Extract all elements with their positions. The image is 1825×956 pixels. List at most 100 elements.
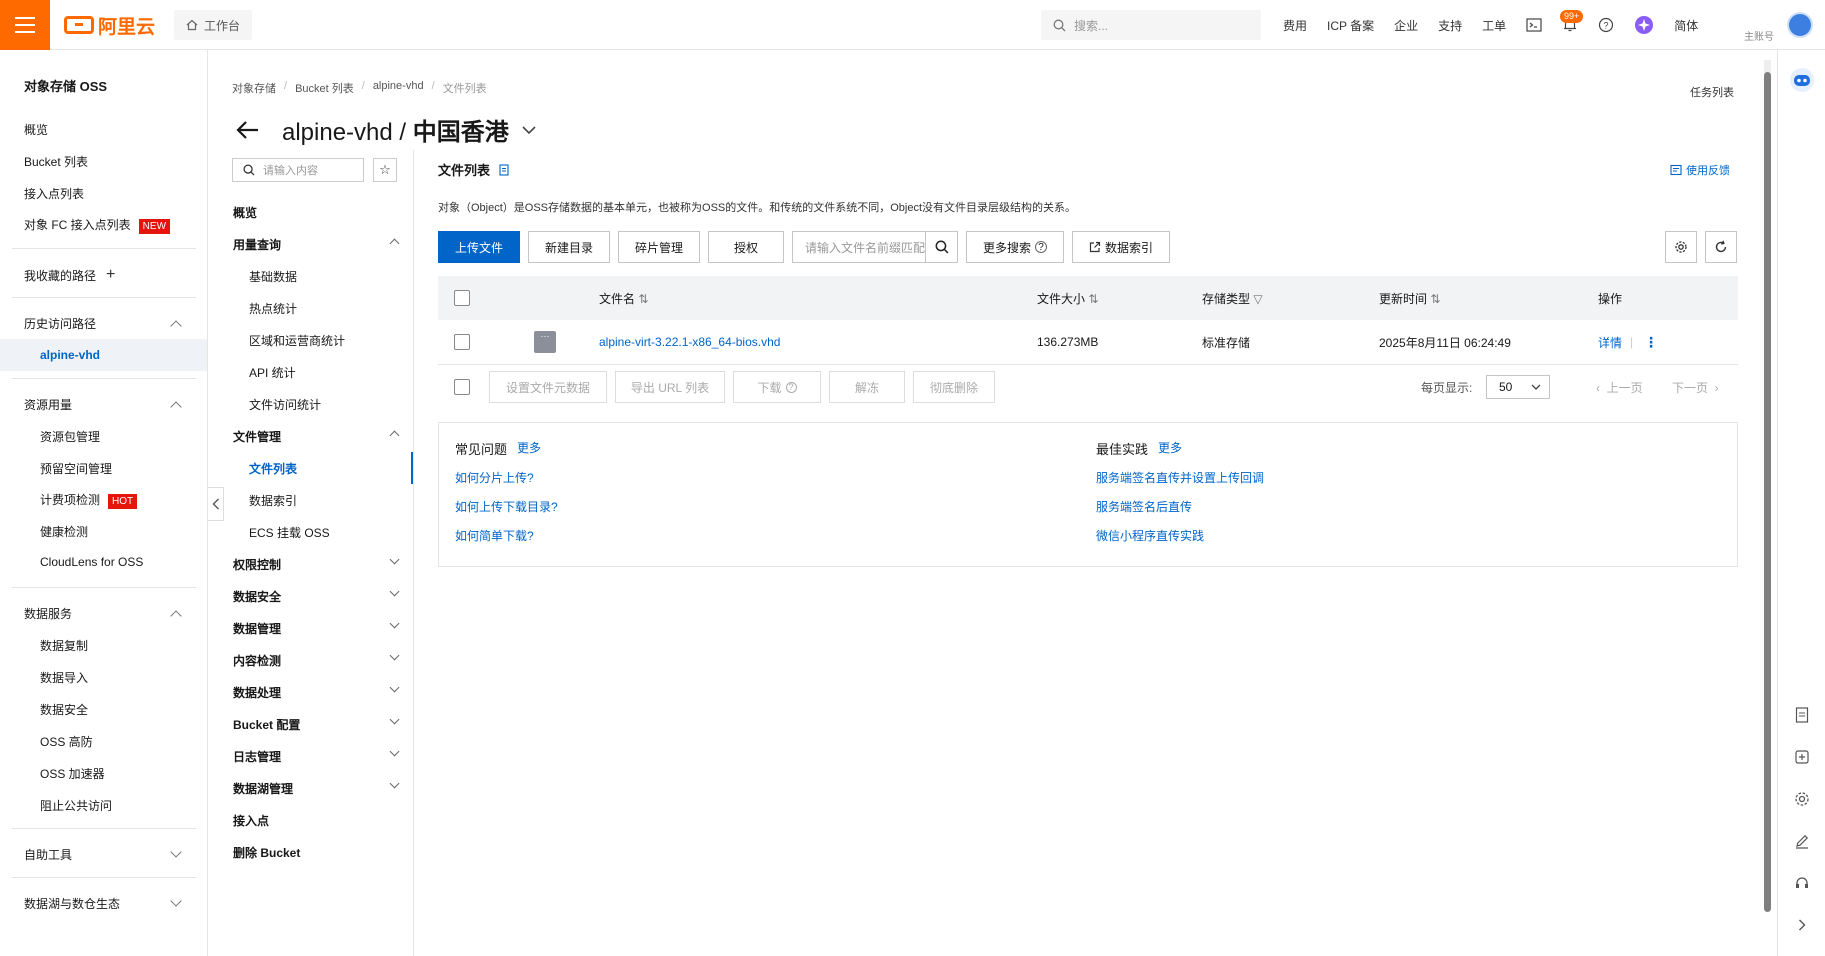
download-button[interactable]: 下载? <box>733 371 821 403</box>
chevron-down-icon[interactable] <box>389 650 400 661</box>
avatar[interactable] <box>1787 12 1813 38</box>
chevron-down-icon[interactable] <box>389 778 400 789</box>
prefix-search-input[interactable]: 请输入文件名前缀匹配 <box>792 231 958 263</box>
chevron-down-icon[interactable] <box>389 746 400 757</box>
select-all-checkbox[interactable] <box>454 290 470 306</box>
next-page-button[interactable]: 下一页 › <box>1672 379 1719 396</box>
settings-button[interactable] <box>1665 231 1697 263</box>
subnav-ecs-mount[interactable]: ECS 挂载 OSS <box>249 524 330 541</box>
sidebar-item-health-check[interactable]: 健康检测 <box>40 523 88 540</box>
top-link-enterprise[interactable]: 企业 <box>1394 17 1418 34</box>
sidebar-item-cloudlens[interactable]: CloudLens for OSS <box>40 555 143 569</box>
subnav-data-management[interactable]: 数据管理 <box>233 620 281 637</box>
unfreeze-button[interactable]: 解冻 <box>829 371 905 403</box>
top-link-ticket[interactable]: 工单 <box>1482 17 1506 34</box>
chevron-down-icon[interactable] <box>389 714 400 725</box>
chevron-down-icon[interactable] <box>389 554 400 565</box>
upload-file-button[interactable]: 上传文件 <box>438 231 520 263</box>
subnav-region-stats[interactable]: 区域和运营商统计 <box>249 332 345 349</box>
chevron-up-icon[interactable] <box>170 320 182 332</box>
global-search-input[interactable]: 搜索... <box>1041 10 1261 40</box>
sidebar-item-favorites[interactable]: 我收藏的路径 + <box>24 266 115 284</box>
faq-more-link[interactable]: 更多 <box>517 439 541 458</box>
subnav-data-index[interactable]: 数据索引 <box>249 492 297 509</box>
page-scrollbar[interactable] <box>1764 60 1771 912</box>
file-detail-link[interactable]: 详情 <box>1598 334 1622 351</box>
subnav-file-management[interactable]: 文件管理 <box>233 428 281 445</box>
faq-link-directory[interactable]: 如何上传下载目录? <box>455 498 558 515</box>
subnav-search-input[interactable]: 请输入内容 <box>232 158 364 182</box>
breadcrumb-bucket-list[interactable]: Bucket 列表 <box>295 80 354 96</box>
collapse-sidebar-button[interactable] <box>208 487 224 521</box>
file-name-link[interactable]: alpine-virt-3.22.1-x86_64-bios.vhd <box>599 335 780 349</box>
prev-page-button[interactable]: ‹ 上一页 <box>1596 379 1643 396</box>
document-icon[interactable] <box>1793 706 1811 724</box>
assistant-robot-icon[interactable] <box>1788 66 1816 94</box>
row-checkbox[interactable] <box>454 334 470 350</box>
breadcrumb-oss[interactable]: 对象存储 <box>232 80 276 96</box>
best-practice-link-callback[interactable]: 服务端签名直传并设置上传回调 <box>1096 469 1264 486</box>
chevron-down-icon[interactable] <box>389 682 400 693</box>
subnav-api-stats[interactable]: API 统计 <box>249 364 296 381</box>
sidebar-item-overview[interactable]: 概览 <box>24 121 48 138</box>
sidebar-item-oss-accelerator[interactable]: OSS 加速器 <box>40 765 105 782</box>
chevron-down-icon[interactable] <box>389 618 400 629</box>
subnav-log-management[interactable]: 日志管理 <box>233 748 281 765</box>
best-practice-more-link[interactable]: 更多 <box>1158 439 1182 458</box>
sidebar-group-data-lake[interactable]: 数据湖与数仓生态 <box>24 895 120 912</box>
ai-assistant-icon[interactable] <box>1634 15 1654 35</box>
chevron-down-icon[interactable] <box>521 125 537 135</box>
chevron-up-icon[interactable] <box>389 238 400 249</box>
faq-link-download[interactable]: 如何简单下载? <box>455 527 534 544</box>
export-url-button[interactable]: 导出 URL 列表 <box>615 371 725 403</box>
chevron-up-icon[interactable] <box>170 401 182 413</box>
task-list-link[interactable]: 任务列表 <box>1690 84 1734 100</box>
column-name[interactable]: 文件名 ⇅ <box>599 290 648 307</box>
chevron-down-icon[interactable] <box>170 846 182 858</box>
sidebar-group-self-service[interactable]: 自助工具 <box>24 846 72 863</box>
api-icon[interactable] <box>1793 748 1811 766</box>
data-index-button[interactable]: 数据索引 <box>1072 231 1170 263</box>
best-practice-link-signed[interactable]: 服务端签名后直传 <box>1096 498 1192 515</box>
subnav-file-access-stats[interactable]: 文件访问统计 <box>249 396 321 413</box>
aliyun-logo[interactable]: 阿里云 <box>64 12 155 38</box>
subnav-hotspot-stats[interactable]: 热点统计 <box>249 300 297 317</box>
subnav-data-lake[interactable]: 数据湖管理 <box>233 780 293 797</box>
feedback-link[interactable]: 使用反馈 <box>1670 162 1730 178</box>
sidebar-item-access-points[interactable]: 接入点列表 <box>24 185 84 202</box>
sidebar-item-data-security[interactable]: 数据安全 <box>40 701 88 718</box>
sidebar-item-block-public-access[interactable]: 阻止公共访问 <box>40 797 112 814</box>
sidebar-item-reserved-space[interactable]: 预留空间管理 <box>40 460 112 477</box>
back-arrow-icon[interactable] <box>236 120 260 140</box>
chevron-down-icon[interactable] <box>389 586 400 597</box>
bulk-select-checkbox[interactable] <box>454 379 470 395</box>
workbench-button[interactable]: 工作台 <box>174 10 253 40</box>
sidebar-item-alpine-vhd[interactable]: alpine-vhd <box>40 348 100 362</box>
star-icon[interactable]: ☆ <box>373 158 397 182</box>
sidebar-item-oss-ddos[interactable]: OSS 高防 <box>40 733 93 750</box>
filter-icon[interactable]: ▽ <box>1253 292 1262 306</box>
top-link-billing[interactable]: 费用 <box>1283 17 1307 34</box>
chevron-up-icon[interactable] <box>389 430 400 441</box>
gear-icon[interactable] <box>1793 790 1811 808</box>
hamburger-menu-icon[interactable] <box>0 0 50 50</box>
more-actions-icon[interactable]: ⋮ <box>1644 334 1658 351</box>
add-favorite-icon[interactable]: + <box>106 266 115 284</box>
delete-permanently-button[interactable]: 彻底删除 <box>913 371 995 403</box>
column-storage[interactable]: 存储类型 ▽ <box>1202 290 1263 307</box>
breadcrumb-bucket[interactable]: alpine-vhd <box>373 80 424 96</box>
language-switch[interactable]: 简体 <box>1674 17 1698 34</box>
subnav-content-detection[interactable]: 内容检测 <box>233 652 281 669</box>
sidebar-item-data-replication[interactable]: 数据复制 <box>40 637 88 654</box>
per-page-select[interactable]: 50 <box>1486 375 1550 399</box>
set-metadata-button[interactable]: 设置文件元数据 <box>489 371 607 403</box>
help-icon[interactable]: ? <box>1598 17 1614 33</box>
subnav-permission[interactable]: 权限控制 <box>233 556 281 573</box>
sidebar-item-billing-check[interactable]: 计费项检测 HOT <box>40 491 138 509</box>
sidebar-item-bucket-list[interactable]: Bucket 列表 <box>24 153 88 170</box>
edit-icon[interactable] <box>1793 832 1811 850</box>
faq-link-multipart[interactable]: 如何分片上传? <box>455 469 534 486</box>
subnav-data-security[interactable]: 数据安全 <box>233 588 281 605</box>
sidebar-group-data-services[interactable]: 数据服务 <box>24 605 72 622</box>
refresh-button[interactable] <box>1705 231 1737 263</box>
